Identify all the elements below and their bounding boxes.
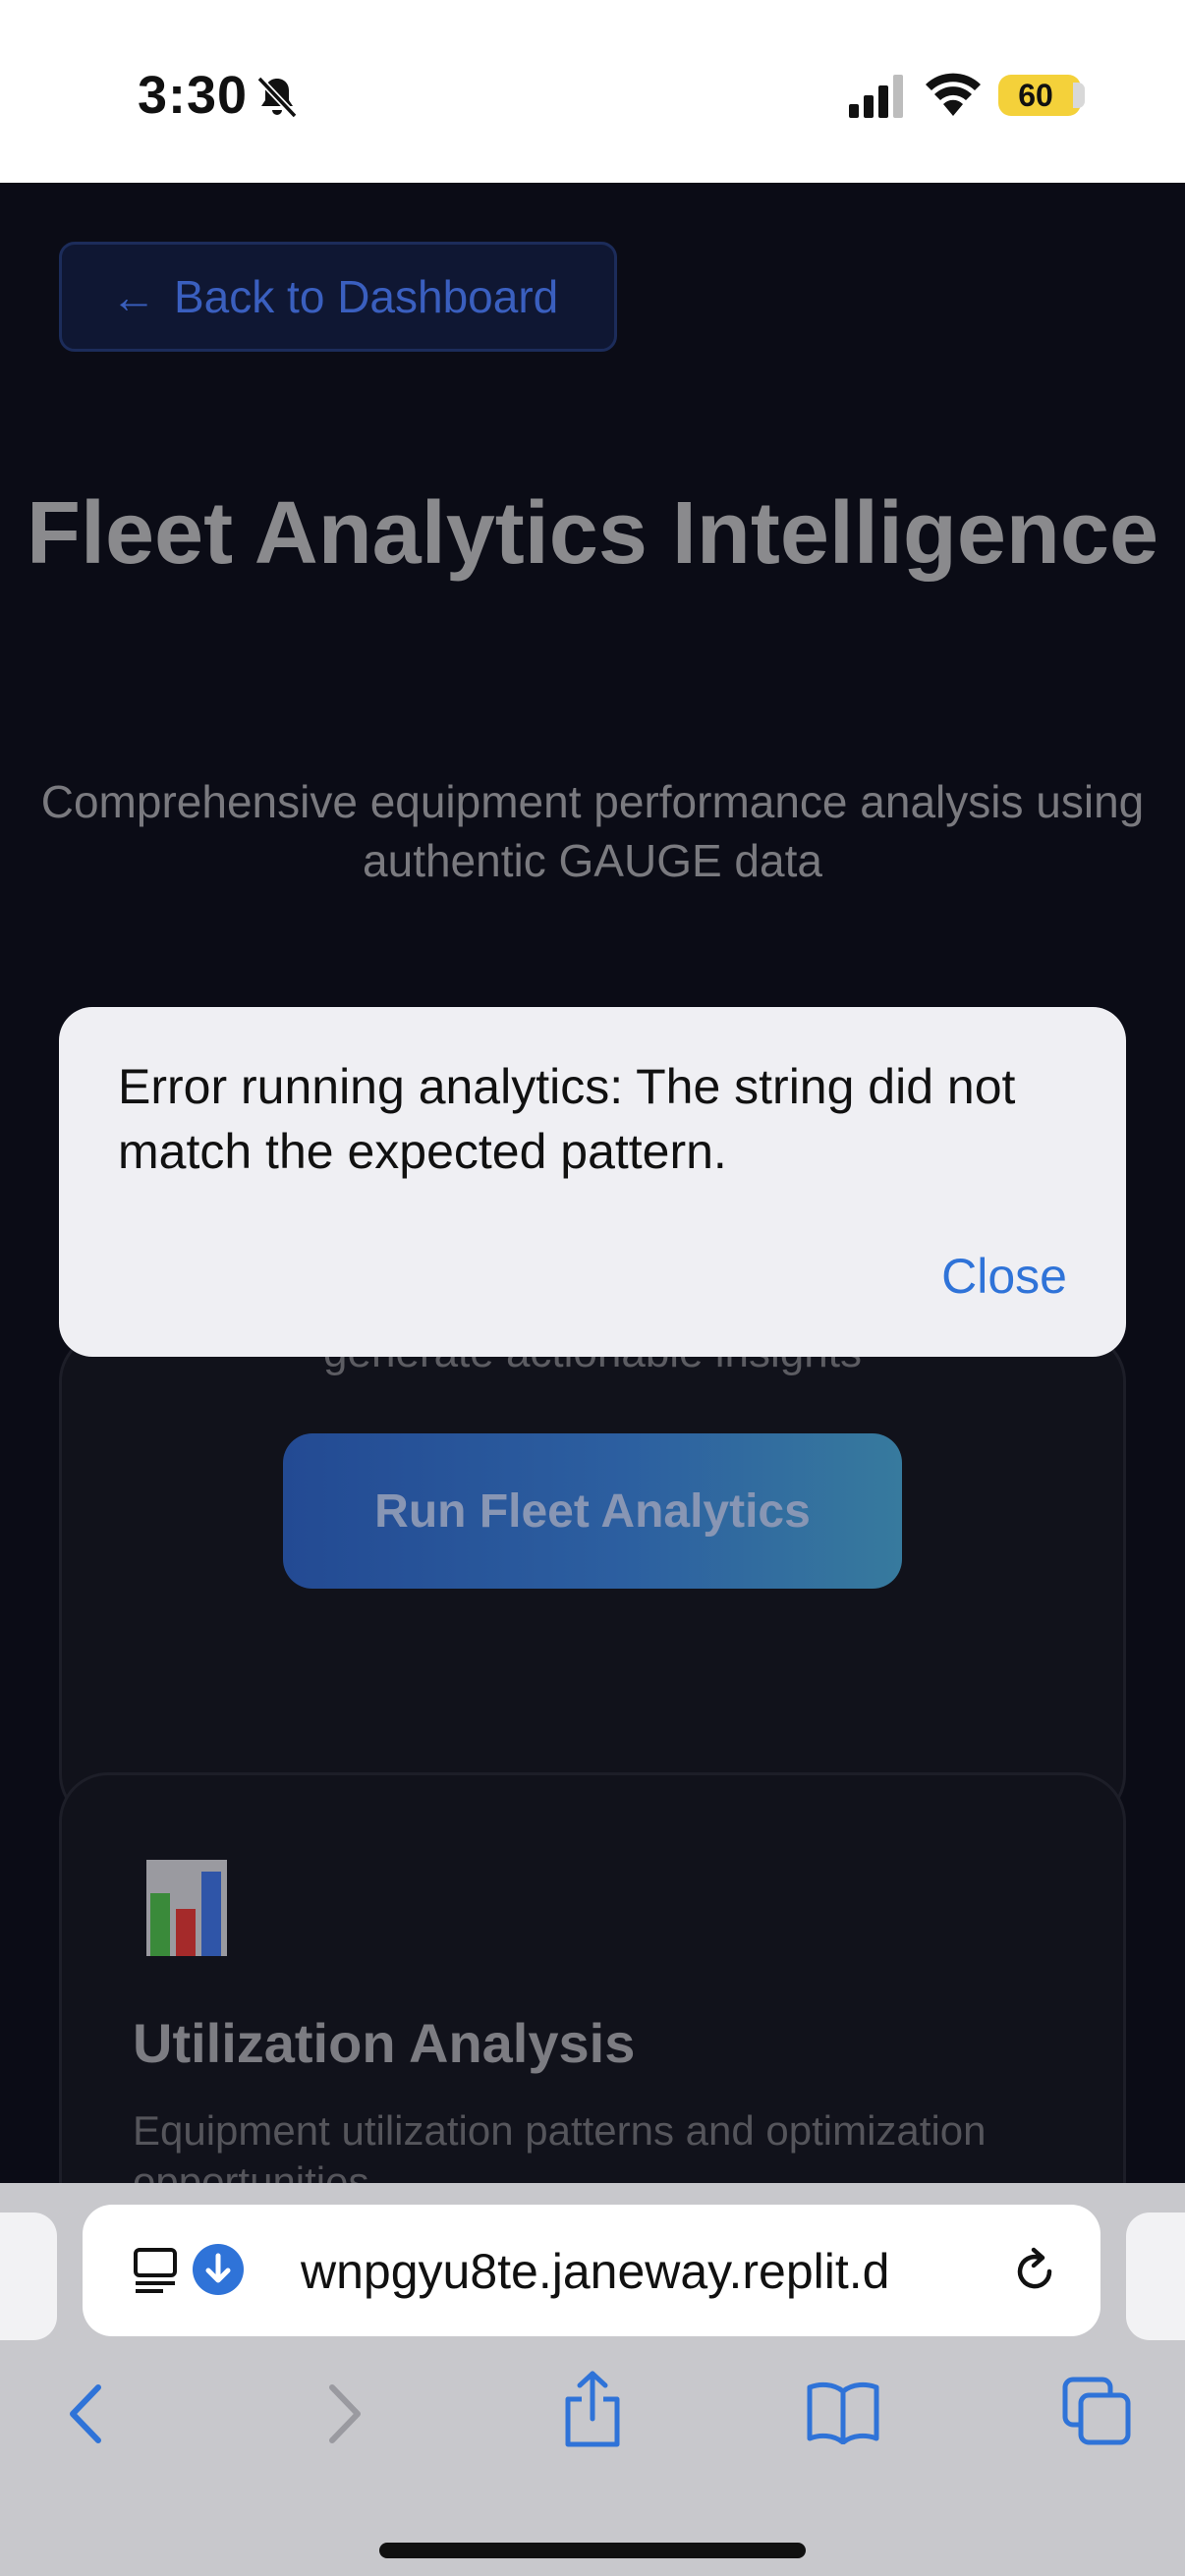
bell-slash-icon xyxy=(256,76,298,119)
page-subtitle: Comprehensive equipment performance anal… xyxy=(40,776,1145,886)
url-text[interactable]: wnpgyu8te.janeway.replit.dev xyxy=(301,2242,890,2301)
page-menu-icon[interactable] xyxy=(134,2246,181,2295)
previous-tab-preview[interactable] xyxy=(0,2212,57,2340)
cellular-signal-icon xyxy=(849,75,903,118)
reload-icon[interactable] xyxy=(1010,2246,1059,2295)
home-indicator xyxy=(379,2543,806,2558)
error-alert-dialog: Error running analytics: The string did … xyxy=(59,1007,1126,1357)
back-to-dashboard-button[interactable]: ← Back to Dashboard xyxy=(59,242,617,352)
share-icon[interactable] xyxy=(560,2370,625,2448)
status-bar: 3:30 60 xyxy=(0,0,1185,183)
bookmarks-icon[interactable] xyxy=(806,2380,880,2444)
address-bar[interactable]: wnpgyu8te.janeway.replit.dev xyxy=(83,2205,1100,2336)
utilization-title: Utilization Analysis xyxy=(133,2012,636,2074)
tabs-icon[interactable] xyxy=(1061,2376,1132,2446)
battery-cap xyxy=(1073,83,1085,108)
arrow-left-icon: ← xyxy=(111,271,156,322)
back-icon[interactable] xyxy=(63,2380,112,2448)
battery-level: 60 xyxy=(1018,78,1053,113)
bar-chart-icon xyxy=(146,1860,227,1956)
alert-message: Error running analytics: The string did … xyxy=(118,1059,1016,1179)
run-fleet-analytics-button[interactable]: Run Fleet Analytics xyxy=(283,1433,902,1589)
forward-icon[interactable] xyxy=(318,2380,367,2448)
status-time: 3:30 xyxy=(138,66,249,125)
back-button-label: Back to Dashboard xyxy=(174,271,559,322)
browser-toolbar: wnpgyu8te.janeway.replit.dev xyxy=(0,2183,1185,2576)
download-icon[interactable] xyxy=(193,2244,244,2295)
next-tab-preview[interactable] xyxy=(1126,2212,1185,2340)
wifi-icon xyxy=(926,73,981,116)
alert-close-button[interactable]: Close xyxy=(941,1248,1067,1305)
page-title: Fleet Analytics Intelligence xyxy=(26,484,1159,583)
